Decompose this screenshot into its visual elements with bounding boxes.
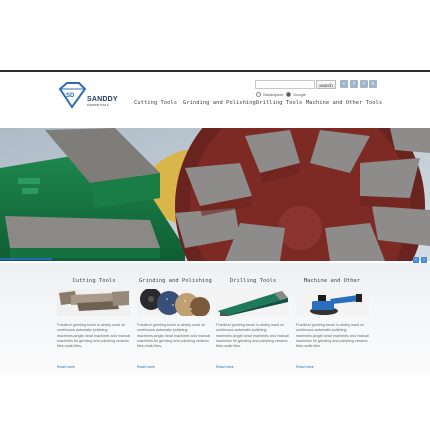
logo-mark-text: SD [66,93,75,99]
rss-icon[interactable]: r [360,80,368,88]
twitter-icon[interactable]: t [350,80,358,88]
read-more-link[interactable]: Read more [296,365,314,369]
product-thumb-cutting[interactable] [57,289,130,316]
slider-progress [0,258,52,260]
radio-sanddytool[interactable]: Sanddytool [256,92,284,98]
brand-name: SANDDY [87,96,118,103]
product-description: Frankfurt grinding brush is widely used … [57,323,130,349]
product-thumb-machine[interactable] [296,289,369,316]
read-more-link[interactable]: Read more [216,365,234,369]
product-title[interactable]: Drilling Tools [218,278,288,284]
read-more-link[interactable]: Read more [57,365,75,369]
brand-tagline: DIAMOND TOOLS [87,104,109,107]
banner-image [0,128,430,261]
polishing-pads-image [137,289,210,316]
cutting-segments-image [57,289,130,316]
nav-drilling-tools[interactable]: Drilling Tools [256,100,302,106]
share-icon[interactable]: + [340,80,348,88]
nav-cutting-tools[interactable]: Cutting Tools [134,100,177,106]
radio-dot [256,92,261,98]
top-divider [0,70,430,72]
radio-label: Sanddytool [263,92,284,97]
read-more-link[interactable]: Read more [137,365,155,369]
radio-dot-selected [286,92,291,98]
search-button[interactable]: search [316,80,336,89]
product-description: Frankfurt grinding brush is widely used … [216,323,289,349]
radio-google[interactable]: Google [286,92,306,98]
search-input[interactable] [255,80,315,89]
product-title[interactable]: Machine and Other [297,278,367,284]
diamond-logo-icon: SD [58,82,87,109]
product-title[interactable]: Grinding and Polishing [139,278,212,284]
hero-banner[interactable] [0,128,430,261]
product-description: Frankfurt grinding brush is widely used … [296,323,369,349]
product-thumb-drilling[interactable] [216,289,289,316]
product-thumb-polishing[interactable] [137,289,210,316]
network-icon[interactable]: n [369,80,377,88]
nav-grinding-polishing[interactable]: Grinding and Polishing [183,100,256,106]
logo[interactable]: SD SANDDY DIAMOND TOOLS [57,80,119,110]
nav-machine-other-tools[interactable]: Machine and Other Tools [306,100,382,106]
product-description: Frankfurt grinding brush is widely used … [137,323,210,349]
product-title[interactable]: Cutting Tools [59,278,129,284]
polisher-machine-image [296,289,369,316]
core-drill-image [216,289,289,316]
radio-label: Google [293,92,306,97]
